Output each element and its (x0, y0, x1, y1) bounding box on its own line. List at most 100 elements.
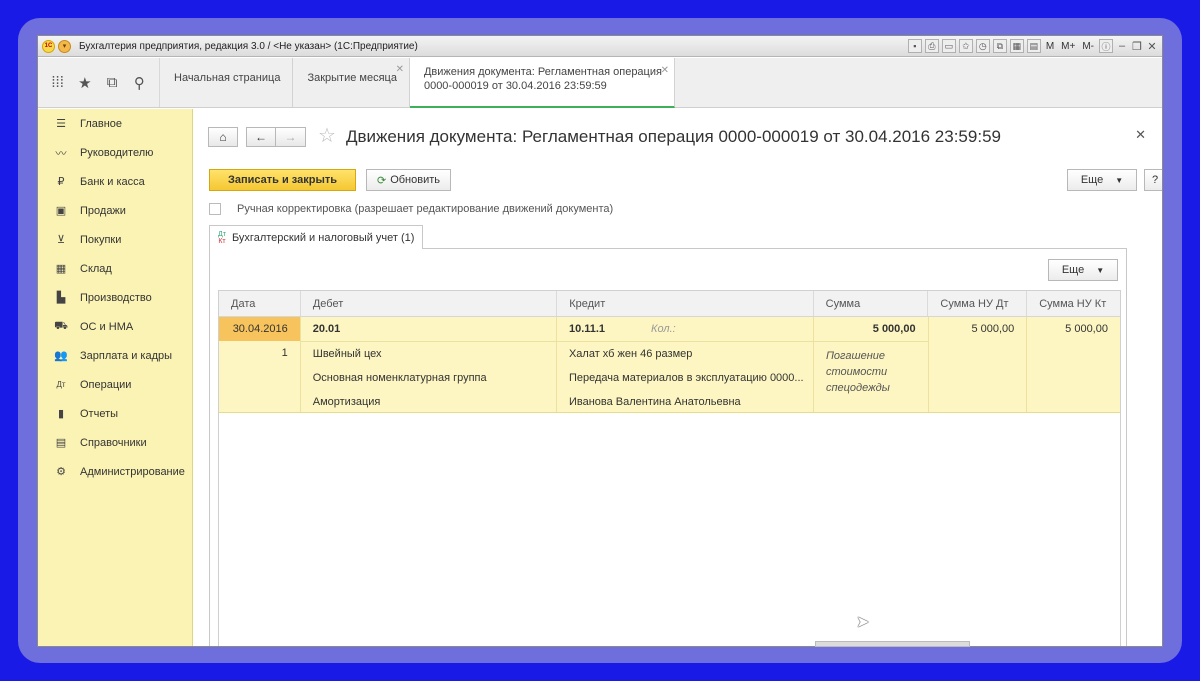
app-window: 1С ▾ Бухгалтерия предприятия, редакция 3… (37, 35, 1163, 647)
entries-table: Дата Дебет Кредит Сумма Сумма НУ Дт Сумм… (218, 290, 1121, 646)
row-number: 1 (281, 347, 288, 359)
tab-month-close[interactable]: Закрытие месяца ✕ (293, 58, 410, 108)
1c-logo-icon: 1С (42, 39, 55, 53)
sidebar-item-label: Банк и касса (80, 175, 145, 188)
sum-nu-dt-value: 5 000,00 (971, 323, 1015, 335)
menu-lines-icon: ☰ (56, 118, 66, 130)
restore-icon[interactable]: ❐ (1131, 39, 1143, 53)
sidebar-item-sales[interactable]: ▣ Продажи (38, 196, 192, 225)
minimize-icon[interactable]: – (1116, 39, 1128, 53)
favorites-star-icon[interactable]: ★ (74, 74, 96, 92)
quick-tools: ⁞⁞⁞ ★ ⧉ ⚲ (38, 58, 160, 107)
column-header-credit[interactable]: Кредит (557, 291, 814, 316)
cell-date[interactable]: 30.04.2016 1 (219, 317, 301, 412)
tab-accounting-label: Бухгалтерский и налоговый учет (1) (231, 231, 415, 244)
refresh-button[interactable]: ⟳ Обновить (366, 169, 451, 191)
home-button[interactable]: ⌂ (208, 126, 238, 147)
sidebar-item-label: Продажи (80, 204, 126, 217)
cell-credit[interactable]: 10.11.1 Кол.: Халат хб жен 46 размер Пер… (556, 317, 814, 412)
close-tab-icon[interactable]: ✕ (661, 64, 669, 78)
sum-value: 5 000,00 (872, 323, 916, 335)
sum-nu-kt-value: 5 000,00 (1065, 323, 1108, 335)
sidebar-item-bank[interactable]: ₽ Банк и касса (38, 167, 192, 196)
sidebar-item-catalogs[interactable]: ▤ Справочники (38, 428, 192, 457)
column-header-debit[interactable]: Дебет (301, 291, 558, 316)
debit-account: 20.01 (312, 323, 341, 335)
more-label: Еще (1080, 174, 1104, 186)
credit-subconto-3: Иванова Валентина Анатольевна (568, 396, 741, 408)
memory-m-button[interactable]: M (1044, 39, 1056, 53)
people-icon: 👥 (54, 350, 68, 362)
sidebar-item-production[interactable]: ▙ Производство (38, 283, 192, 312)
preview-icon[interactable]: ▭ (941, 39, 956, 53)
nav-group: ← → (246, 126, 306, 147)
sidebar-item-operations[interactable]: Дт Операции (38, 370, 192, 399)
dropdown-arrow-icon: ▼ (1115, 175, 1124, 185)
sidebar-item-admin[interactable]: ⚙ Администрирование (38, 457, 192, 486)
column-header-date[interactable]: Дата (219, 291, 301, 316)
search-icon[interactable]: ⚲ (128, 74, 150, 92)
warehouse-grid-icon: ▦ (55, 263, 67, 275)
sidebar-item-main[interactable]: ☰ Главное (38, 109, 192, 138)
sidebar-item-purchases[interactable]: ⊻ Покупки (38, 225, 192, 254)
main-menu-button[interactable]: ▾ (58, 39, 71, 53)
memory-plus-button[interactable]: M+ (1059, 39, 1077, 53)
sidebar-item-label: Отчеты (80, 407, 119, 420)
grid-more-button[interactable]: Еще ▼ (1048, 259, 1118, 281)
apps-grid-icon[interactable]: ⁞⁞⁞ (47, 74, 69, 91)
favorites-add-icon[interactable]: ✩ (958, 39, 973, 53)
history-pages-icon[interactable]: ⧉ (101, 74, 123, 91)
help-button[interactable]: ? (1144, 169, 1162, 191)
cart-icon: ⊻ (56, 234, 66, 246)
info-icon[interactable]: ⓘ (1099, 39, 1113, 53)
sidebar-item-label: Покупки (80, 233, 122, 246)
save-and-close-button[interactable]: Записать и закрыть (209, 169, 356, 191)
link-icon[interactable]: ⧉ (992, 39, 1007, 53)
sidebar-item-manager[interactable]: 〰 Руководителю (38, 138, 192, 167)
accounting-panel: Еще ▼ Дата Дебет Кредит Сумма Сумма НУ Д… (209, 248, 1127, 646)
dt-kt-icon: Дт Кт (218, 230, 226, 245)
sidebar-item-reports[interactable]: ▮ Отчеты (38, 399, 192, 428)
tab-home[interactable]: Начальная страница (160, 58, 294, 108)
window-title: Бухгалтерия предприятия, редакция 3.0 / … (79, 40, 418, 52)
column-header-sum[interactable]: Сумма (814, 291, 929, 316)
sum-note: Погашение стоимости спецодежды (813, 341, 928, 402)
cell-sum[interactable]: 5 000,00 Погашение стоимости спецодежды (813, 317, 929, 412)
bar-chart-icon: ▮ (57, 408, 65, 420)
forward-button[interactable]: → (276, 126, 306, 147)
calendar-icon[interactable]: ▦ (1009, 39, 1024, 53)
arrow-right-icon: → (284, 129, 297, 144)
memory-minus-button[interactable]: M- (1080, 39, 1096, 53)
cell-sum-nu-dt[interactable]: 5 000,00 (929, 317, 1028, 412)
close-form-icon[interactable]: ✕ (1135, 127, 1146, 143)
refresh-icon: ⟳ (376, 174, 387, 187)
home-icon: ⌂ (219, 129, 227, 144)
history-icon[interactable]: ◷ (975, 39, 990, 53)
close-tab-icon[interactable]: ✕ (396, 64, 404, 75)
manual-edit-checkbox[interactable] (209, 203, 221, 215)
dt-kt-icon: Дт (56, 380, 66, 389)
back-button[interactable]: ← (246, 126, 276, 147)
sidebar-item-assets[interactable]: ⛟ ОС и НМА (38, 312, 192, 341)
calculator-icon[interactable]: ▤ (1026, 39, 1041, 53)
print-icon[interactable]: ⎙ (924, 39, 939, 53)
column-header-sum-nu-kt[interactable]: Сумма НУ Кт (1027, 291, 1120, 316)
sidebar-item-label: Склад (80, 262, 112, 275)
sidebar-item-warehouse[interactable]: ▦ Склад (38, 254, 192, 283)
sidebar-item-label: Руководителю (80, 146, 154, 159)
refresh-label: Обновить (390, 174, 441, 186)
save-icon[interactable]: ▪ (907, 39, 922, 53)
cell-debit[interactable]: 20.01 Швейный цех Основная номенклатурна… (300, 317, 557, 412)
favorite-star-icon[interactable]: ☆ (318, 123, 336, 148)
cell-sum-nu-kt[interactable]: 5 000,00 (1027, 317, 1120, 412)
sidebar-item-salary[interactable]: 👥 Зарплата и кадры (38, 341, 192, 370)
debit-subconto-1: Швейный цех (312, 348, 382, 360)
table-row[interactable]: 30.04.2016 1 20.01 Швейный цех Основная … (219, 317, 1120, 413)
more-button[interactable]: Еще ▼ (1067, 169, 1137, 191)
tab-accounting[interactable]: Дт Кт Бухгалтерский и налоговый учет (1) (209, 225, 424, 249)
column-header-sum-nu-dt[interactable]: Сумма НУ Дт (928, 291, 1028, 316)
close-window-icon[interactable]: ✕ (1146, 39, 1158, 53)
tab-document-movements[interactable]: Движения документа: Регламентная операци… (409, 58, 675, 108)
tab-document-label-2: 0000-000019 от 30.04.2016 23:59:59 (423, 80, 607, 92)
credit-subconto-2: Передача материалов в эксплуатацию 0000.… (568, 372, 804, 384)
